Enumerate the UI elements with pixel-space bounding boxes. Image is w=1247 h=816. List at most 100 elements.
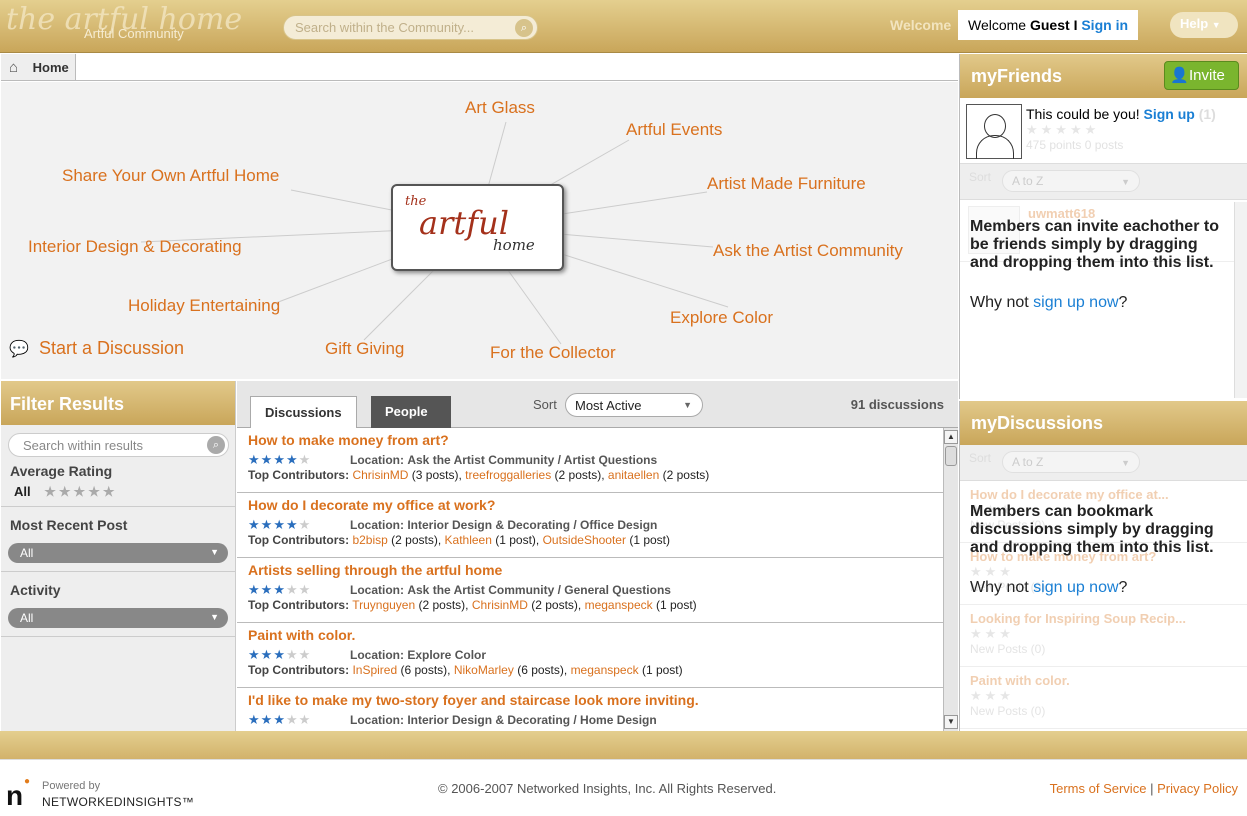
contributor-posts: (1 post) (629, 533, 671, 547)
ghost-disc-title: Paint with color. (970, 673, 1070, 688)
friends-help-suffix: ? (1118, 294, 1128, 311)
chevron-down-icon: ▼ (210, 547, 219, 557)
category-collector[interactable]: For the Collector (490, 343, 616, 363)
location-prefix: Location: (350, 453, 404, 467)
location-value: Ask the Artist Community / Artist Questi… (407, 453, 658, 467)
help-button[interactable]: Help ▼ (1170, 12, 1238, 38)
contributor-posts: (6 posts), (517, 663, 568, 677)
contributor-link[interactable]: ChrisinMD (352, 468, 408, 482)
activity-label: Activity (10, 582, 61, 598)
my-friends-panel: myFriends 👤 Invite This could be you! Sig… (959, 54, 1247, 399)
contributor-link[interactable]: meganspeck (585, 598, 653, 612)
location-prefix: Location: (350, 713, 404, 727)
search-icon[interactable]: ⌕ (207, 436, 225, 454)
tab-discussions[interactable]: Discussions (250, 396, 357, 428)
contributor-link[interactable]: Kathleen (445, 533, 492, 547)
contributor-posts: (2 posts), (531, 598, 582, 612)
invite-person-icon: 👤 (1170, 67, 1189, 84)
discussion-scrollbar[interactable]: ▲ ▼ (943, 428, 958, 731)
row-contributors: Top Contributors: ChrisinMD (3 posts), t… (248, 468, 932, 482)
mydisc-signup-now-link[interactable]: sign up now (1033, 579, 1118, 596)
contributor-link[interactable]: treefroggalleries (465, 468, 551, 482)
friends-sort-select[interactable]: A to Z ▼ (1002, 170, 1140, 192)
mydisc-sort-select[interactable]: A to Z ▼ (1002, 451, 1140, 473)
mydisc-help-suffix: ? (1118, 579, 1128, 596)
discussion-title[interactable]: Paint with color. (248, 627, 932, 645)
discussion-title[interactable]: I'd like to make my two-story foyer and … (248, 692, 932, 710)
friends-scrollbar[interactable] (1234, 202, 1247, 398)
invite-label: Invite (1189, 67, 1225, 84)
mydisc-sort-label: Sort (969, 451, 992, 465)
friend-signup-link[interactable]: Sign up (1144, 106, 1195, 122)
scroll-up-icon[interactable]: ▲ (944, 430, 958, 444)
sort-select[interactable]: Most Active ▼ (565, 393, 703, 417)
contributor-posts: (1 post) (655, 598, 697, 612)
rating-stars-icon: ★★★★★ (248, 647, 312, 662)
table-row[interactable]: I'd like to make my two-story foyer and … (237, 688, 943, 731)
contributor-link[interactable]: Truynguyen (352, 598, 415, 612)
filter-search-input[interactable] (9, 434, 189, 456)
scroll-thumb[interactable] (945, 446, 957, 466)
contributor-link[interactable]: InSpired (352, 663, 397, 677)
friend-rating-icon: ★★★★★ (1026, 122, 1100, 137)
friend-placeholder-msg: This could be you! (1026, 106, 1140, 122)
contributor-posts: (1 post) (641, 663, 683, 677)
privacy-link[interactable]: Privacy Policy (1157, 781, 1238, 796)
contributor-posts: (2 posts) (662, 468, 710, 482)
start-discussion-label: Start a Discussion (39, 338, 185, 358)
contributor-link[interactable]: meganspeck (571, 663, 639, 677)
category-holiday[interactable]: Holiday Entertaining (128, 296, 280, 316)
category-artful-events[interactable]: Artful Events (626, 120, 722, 140)
breadcrumb-home-label: Home (32, 60, 69, 75)
location-value: Interior Design & Decorating / Home Desi… (407, 713, 657, 727)
my-discussions-panel: myDiscussions Sort A to Z ▼ How do I dec… (959, 401, 1247, 731)
table-row[interactable]: Paint with color. ★★★★★ Location: Explore … (237, 623, 943, 688)
table-row[interactable]: How to make money from art? ★★★★★ Location… (237, 428, 943, 493)
center-logo[interactable]: the artful home (391, 184, 564, 271)
rating-stars-icon[interactable]: ★★★★★ (44, 484, 117, 499)
contributor-link[interactable]: OutsideShooter (543, 533, 626, 547)
contributor-link[interactable]: ChrisinMD (472, 598, 528, 612)
rating-filter[interactable]: All ★★★★★ (1, 481, 235, 507)
category-ask-artist[interactable]: Ask the Artist Community (713, 241, 903, 261)
category-interior-design[interactable]: Interior Design & Decorating (28, 237, 242, 257)
sign-in-link[interactable]: Sign in (1081, 17, 1128, 33)
recent-select[interactable]: All ▼ (8, 543, 228, 563)
category-art-glass[interactable]: Art Glass (465, 98, 535, 118)
discussion-title[interactable]: Artists selling through the artful home (248, 562, 932, 580)
powered-brand[interactable]: NETWORKEDINSIGHTS™ (42, 795, 194, 809)
my-friends-header: myFriends 👤 Invite (960, 54, 1247, 98)
contributor-posts: (2 posts), (554, 468, 605, 482)
table-row[interactable]: Artists selling through the artful home ★… (237, 558, 943, 623)
community-search-input[interactable] (284, 16, 504, 39)
tab-people[interactable]: People (371, 396, 451, 428)
mydisc-help-prefix: Why not (970, 579, 1029, 596)
activity-filter: Activity All ▼ (1, 572, 235, 637)
category-artist-furniture[interactable]: Artist Made Furniture (707, 174, 866, 194)
contributor-link[interactable]: NikoMarley (454, 663, 514, 677)
activity-select[interactable]: All ▼ (8, 608, 228, 628)
friends-help-text: Members can invite eachother to be frien… (970, 218, 1219, 271)
networked-insights-logo: n ● (6, 776, 31, 811)
scroll-down-icon[interactable]: ▼ (944, 715, 958, 729)
friends-sort: Sort A to Z ▼ (960, 164, 1247, 200)
category-explore-color[interactable]: Explore Color (670, 308, 773, 328)
discussion-title[interactable]: How do I decorate my office at work? (248, 497, 932, 515)
category-share-home[interactable]: Share Your Own Artful Home (62, 166, 279, 186)
friends-signup-now-link[interactable]: sign up now (1033, 294, 1118, 311)
avatar (966, 104, 1022, 159)
start-discussion-link[interactable]: 💬 Start a Discussion (9, 338, 184, 359)
contributor-link[interactable]: b2bisp (352, 533, 387, 547)
friend-points: 475 points 0 posts (1026, 138, 1124, 152)
table-row[interactable]: How do I decorate my office at work? ★★★★… (237, 493, 943, 558)
discussion-title[interactable]: How to make money from art? (248, 432, 932, 450)
row-contributors: Top Contributors: InSpired (6 posts), Ni… (248, 663, 932, 677)
terms-link[interactable]: Terms of Service (1050, 781, 1147, 796)
contributor-link[interactable]: anitaellen (608, 468, 659, 482)
mydisc-sort-value: A to Z (1012, 455, 1044, 469)
help-label: Help (1180, 16, 1209, 31)
breadcrumb-home[interactable]: ⌂ Home (1, 54, 76, 80)
category-gift-giving[interactable]: Gift Giving (325, 339, 404, 359)
search-icon[interactable]: ⌕ (515, 19, 533, 37)
invite-button[interactable]: 👤 Invite (1164, 61, 1239, 90)
